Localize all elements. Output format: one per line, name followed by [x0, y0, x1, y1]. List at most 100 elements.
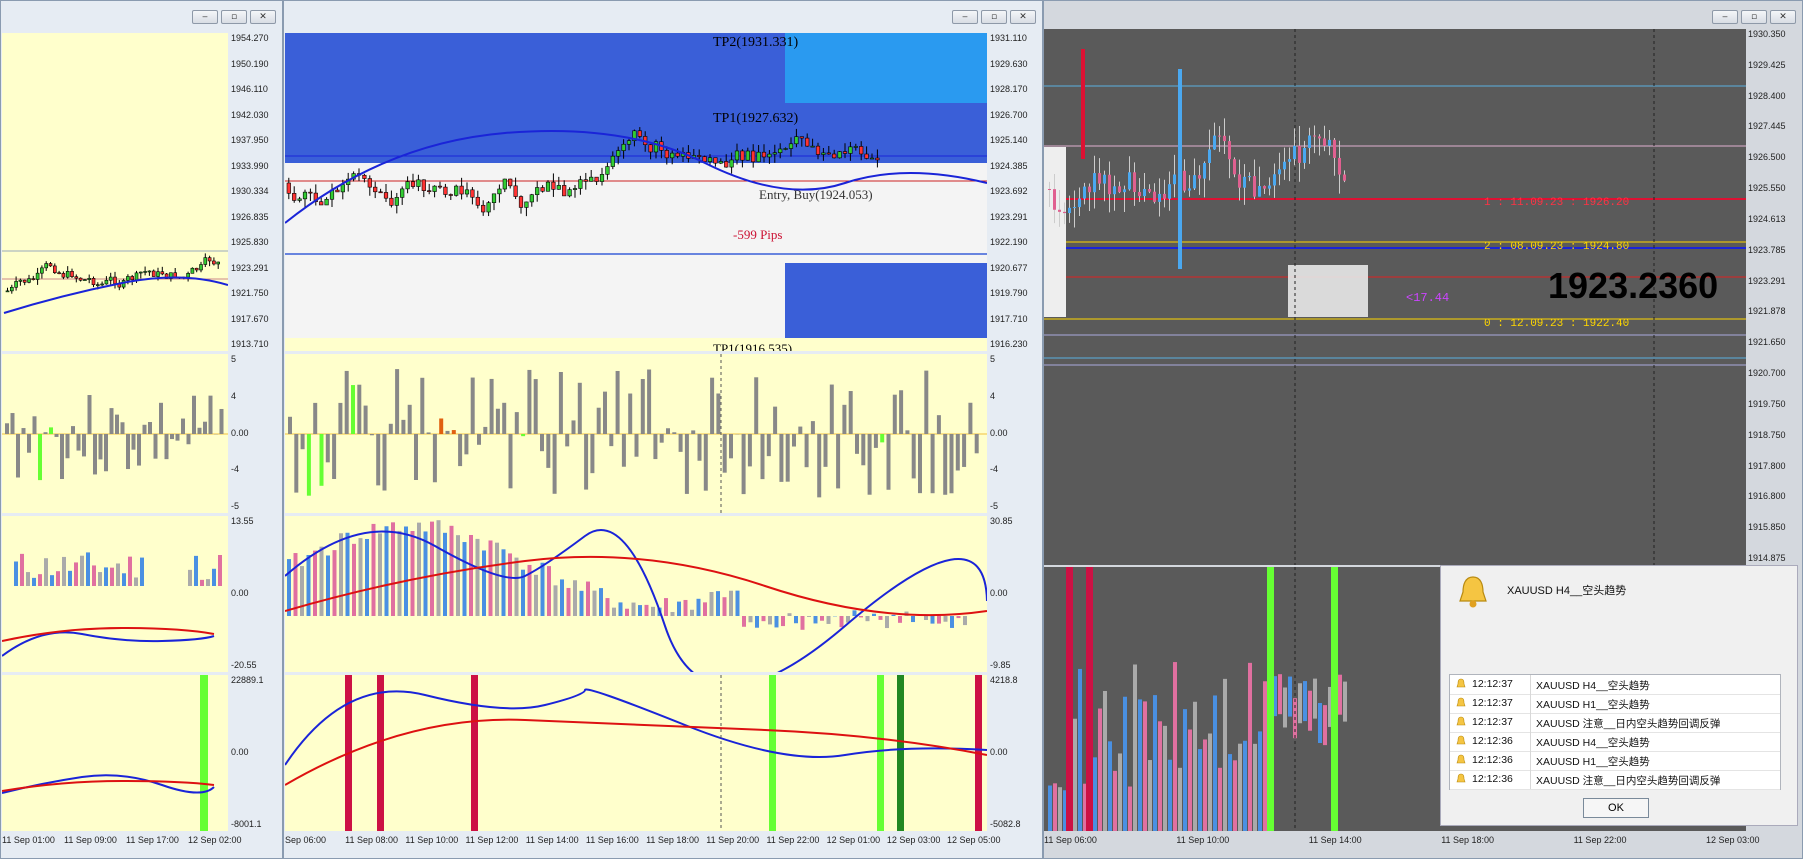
macd-bar: [553, 585, 558, 616]
candle: [1208, 149, 1211, 163]
candle: [1173, 174, 1176, 185]
candle: [859, 146, 864, 155]
hist-bar: [414, 434, 418, 480]
candle: [626, 140, 632, 145]
hist-bar: [596, 407, 601, 434]
hist-bar: [741, 434, 746, 495]
tp2-label: TP2(1931.331): [713, 35, 799, 50]
hist-bar: [464, 434, 469, 455]
hist-bar: [710, 377, 715, 434]
maximize-button[interactable]: ▫: [221, 10, 247, 24]
hist-bar: [1248, 662, 1252, 831]
hist-bar: [779, 434, 784, 482]
alert-dialog[interactable]: XAUUSD H4__空头趋势 12:12:37 XAUUSD H4__空头趋势 1…: [1440, 565, 1798, 826]
minimize-button[interactable]: ‒: [192, 10, 218, 24]
axis-tick-label: 1914.875: [1748, 553, 1786, 563]
current-price-display: 1923.2360: [1548, 265, 1719, 306]
close-button[interactable]: ✕: [1010, 10, 1036, 24]
macd-bar: [748, 616, 753, 623]
candle: [1103, 174, 1106, 184]
candle: [1113, 186, 1116, 195]
candle: [134, 272, 139, 281]
hist-bar: [175, 434, 180, 441]
candle: [1333, 139, 1336, 158]
axis-tick-label: 1923.785: [1748, 244, 1786, 255]
left-price-panel[interactable]: [2, 33, 228, 351]
middle-chart-window[interactable]: ‒ ▫ ✕ TP2(1931.331) TP1(1927.632) Entry, B…: [283, 0, 1043, 859]
signal-bar: [377, 675, 384, 831]
candle: [1078, 198, 1081, 208]
hist-bar: [1193, 701, 1197, 831]
candle: [1193, 175, 1196, 189]
maximize-button[interactable]: ▫: [981, 10, 1007, 24]
candle: [486, 202, 491, 213]
close-button[interactable]: ✕: [250, 10, 276, 24]
alert-row[interactable]: 12:12:36 XAUUSD H1__空头趋势: [1450, 751, 1780, 771]
hist-bar: [855, 434, 859, 454]
hist-bar: [21, 428, 26, 434]
middle-price-panel[interactable]: TP2(1931.331) TP1(1927.632) Entry, Buy(1…: [285, 33, 987, 351]
left-hist-panel: [2, 354, 228, 513]
hist-bar: [905, 430, 910, 434]
candle: [1213, 135, 1216, 150]
hist-bar: [148, 422, 152, 434]
right-window-titlebar[interactable]: ‒ ▫ ✕: [1044, 1, 1802, 31]
hist-bar: [458, 434, 463, 467]
candle: [540, 187, 545, 192]
hist-bar: [842, 404, 847, 434]
middle-price-chart: [285, 33, 987, 338]
hist-bar: [653, 434, 658, 460]
left-macd-panel: [2, 516, 228, 672]
macd-bar: [326, 555, 330, 616]
time-tick-label: 11 Sep 01:00: [2, 835, 55, 845]
axis-tick-label: 1926.700: [990, 109, 1028, 120]
candle: [551, 181, 556, 190]
candle: [302, 191, 308, 200]
hist-bar: [962, 434, 967, 467]
close-button[interactable]: ✕: [1770, 10, 1796, 24]
hist-bar: [170, 434, 174, 440]
macd-bar: [98, 572, 102, 586]
ok-button[interactable]: OK: [1583, 798, 1649, 818]
candle: [853, 146, 858, 148]
hist-bar: [186, 434, 191, 445]
axis-tick-label: 1954.270: [231, 33, 269, 43]
middle-window-titlebar[interactable]: ‒ ▫ ✕: [284, 1, 1042, 31]
time-tick-label: 11 Sep 10:00: [1176, 835, 1230, 845]
alert-message: XAUUSD 注意__日内空头趋势回调反弹: [1536, 775, 1721, 787]
alert-row[interactable]: 12:12:37 XAUUSD 注意__日内空头趋势回调反弹: [1450, 713, 1780, 733]
candle: [1073, 207, 1076, 209]
hist-bar: [609, 434, 614, 447]
candle: [100, 283, 104, 286]
macd-bar: [26, 572, 30, 586]
alert-row[interactable]: 12:12:37 XAUUSD H1__空头趋势: [1450, 694, 1780, 714]
maximize-button[interactable]: ▫: [1741, 10, 1767, 24]
candle: [448, 194, 453, 196]
hist-bar: [968, 402, 973, 434]
candle: [52, 265, 57, 274]
alert-list-scrollbar[interactable]: [1781, 674, 1793, 788]
hist-bar: [514, 412, 519, 434]
minimize-button[interactable]: ‒: [1712, 10, 1738, 24]
alert-list[interactable]: 12:12:37 XAUUSD H4__空头趋势 12:12:37 XAUUSD H1…: [1449, 674, 1781, 790]
alert-row[interactable]: 12:12:36 XAUUSD 注意__日内空头趋势回调反弹: [1450, 770, 1780, 790]
candle: [139, 271, 143, 274]
hist-bar: [332, 434, 337, 479]
alert-row[interactable]: 12:12:36 XAUUSD H4__空头趋势: [1450, 732, 1780, 752]
middle-macd-chart: [285, 520, 987, 672]
tp2-zone: [785, 33, 987, 103]
candle: [1048, 189, 1051, 190]
right-price-panel[interactable]: 1 : 11.09.23 : 1926.20 2 : 08.09.23 : 19…: [1044, 29, 1746, 565]
left-window-titlebar[interactable]: ‒ ▫ ✕: [1, 1, 282, 31]
macd-bar: [475, 538, 480, 616]
alert-row[interactable]: 12:12:37 XAUUSD H4__空头趋势: [1450, 675, 1780, 695]
minimize-button[interactable]: ‒: [952, 10, 978, 24]
hist-bar: [1148, 760, 1152, 831]
macd-bar: [768, 616, 772, 625]
hist-bar: [1338, 674, 1342, 715]
left-vol-axis: 22889.1 0.00 -8001.1: [231, 675, 283, 831]
axis-tick-label: 0.00: [990, 747, 1008, 757]
left-chart-window[interactable]: ‒ ▫ ✕ 1954.270 1950.190 1946.110 1942.030 1937…: [0, 0, 283, 859]
candle: [61, 273, 66, 278]
candle: [443, 186, 448, 195]
